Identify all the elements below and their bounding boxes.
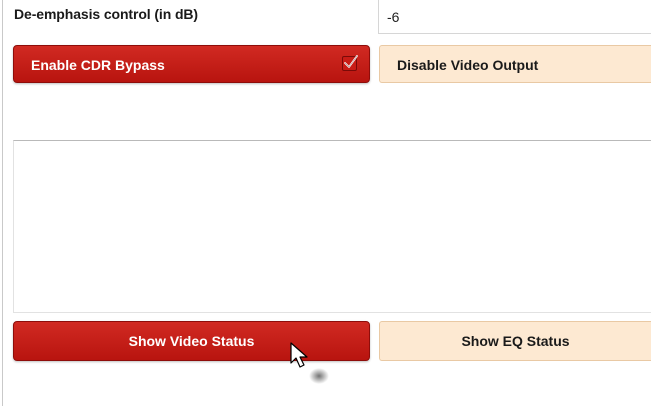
- show-eq-status-button[interactable]: Show EQ Status: [379, 321, 651, 361]
- checkmark-icon: [344, 55, 358, 68]
- status-output-panel: [13, 140, 651, 313]
- deemphasis-input[interactable]: [378, 0, 651, 34]
- cdr-bypass-checkbox[interactable]: [342, 55, 358, 71]
- disable-video-output-label: Disable Video Output: [397, 57, 539, 73]
- enable-cdr-bypass-toggle[interactable]: Enable CDR Bypass: [13, 45, 370, 83]
- disable-video-output-toggle[interactable]: Disable Video Output: [379, 45, 651, 83]
- panel-left-border: [2, 0, 3, 406]
- enable-cdr-bypass-label: Enable CDR Bypass: [31, 57, 165, 73]
- settings-page: De-emphasis control (in dB) Enable CDR B…: [0, 0, 651, 406]
- deemphasis-label: De-emphasis control (in dB): [14, 6, 198, 22]
- mouse-pointer-icon: [290, 342, 329, 384]
